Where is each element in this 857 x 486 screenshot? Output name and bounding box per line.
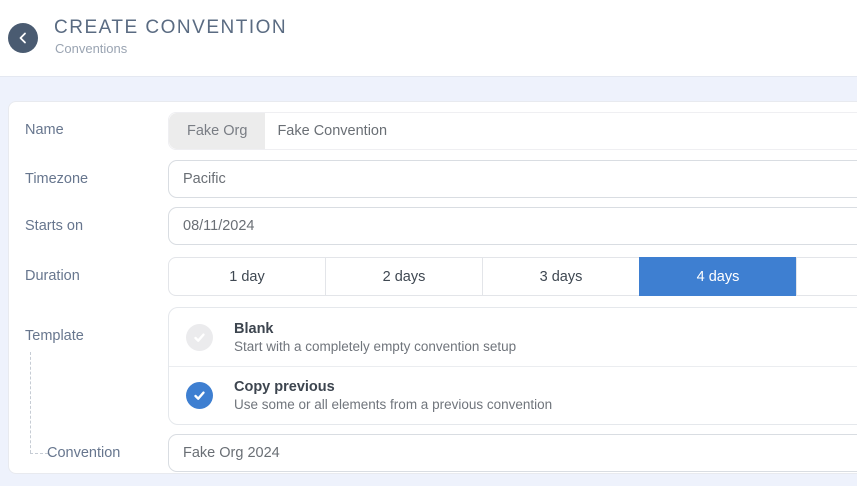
template-option-blank[interactable]: Blank Start with a completely empty conv…	[169, 308, 857, 366]
duration-option-3-days[interactable]: 3 days	[482, 257, 640, 296]
duration-option-clipped[interactable]	[796, 257, 857, 296]
starts-on-date-input[interactable]	[168, 207, 857, 245]
name-input-group: Fake Org	[168, 112, 857, 150]
timezone-field-label: Timezone	[25, 171, 89, 187]
duration-option-2-days[interactable]: 2 days	[325, 257, 483, 296]
tree-connector-vertical	[30, 352, 31, 453]
template-option-title: Copy previous	[234, 379, 335, 395]
template-field-label: Template	[25, 328, 84, 344]
starts-on-field-label: Starts on	[25, 218, 84, 234]
name-field-label: Name	[25, 122, 64, 138]
duration-field-label: Duration	[25, 268, 80, 284]
template-option-copy-previous[interactable]: Copy previous Use some or all elements f…	[169, 366, 857, 424]
timezone-input[interactable]	[168, 160, 857, 198]
template-option-title: Blank	[234, 320, 274, 337]
back-button[interactable]	[8, 23, 38, 53]
duration-option-4-days[interactable]: 4 days	[639, 257, 797, 296]
chevron-left-icon	[17, 32, 29, 44]
check-icon	[186, 382, 213, 409]
duration-option-1-day[interactable]: 1 day	[168, 257, 326, 296]
convention-name-input[interactable]	[265, 113, 857, 149]
tree-connector-horizontal	[30, 453, 48, 454]
previous-convention-input[interactable]	[168, 434, 857, 472]
template-option-description: Start with a completely empty convention…	[234, 338, 517, 354]
template-option-description: Use some or all elements from a previous…	[234, 397, 553, 412]
convention-field-label: Convention	[47, 445, 121, 461]
duration-button-group: 1 day 2 days 3 days 4 days	[168, 257, 857, 296]
breadcrumb: Conventions	[55, 41, 128, 56]
check-icon	[186, 323, 213, 351]
page-background: Name Fake Org Timezone Starts on Duratio…	[0, 76, 857, 486]
page-title: CREATE CONVENTION	[54, 17, 288, 38]
name-org-prefix: Fake Org	[169, 113, 266, 149]
template-option-list: Blank Start with a completely empty conv…	[168, 307, 857, 425]
page-header: CREATE CONVENTION Conventions	[0, 0, 857, 76]
create-convention-form-card: Name Fake Org Timezone Starts on Duratio…	[8, 101, 857, 474]
